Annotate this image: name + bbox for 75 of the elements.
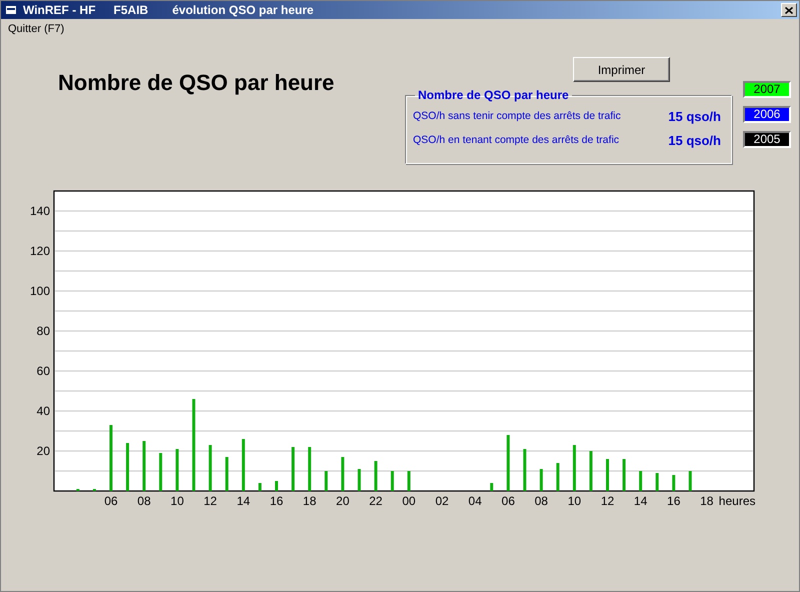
bar [390, 471, 394, 491]
x-axis-label: 22 [369, 494, 382, 508]
window-title: WinREF - HF [23, 3, 96, 17]
bar [688, 471, 692, 491]
year-legend: 2005 [743, 131, 791, 148]
x-axis-label: 18 [302, 494, 316, 508]
group-title: Nombre de QSO par heure [417, 88, 570, 102]
bar [142, 441, 146, 491]
bar [374, 461, 378, 491]
bar [656, 473, 659, 491]
bar [208, 445, 212, 491]
window-title: F5AIB [114, 3, 148, 17]
bar [176, 449, 179, 491]
y-axis-label: 120 [30, 244, 50, 258]
rate-label: QSO/h en tenant compte des arrêts de trafic [413, 134, 620, 146]
x-axis-label: 06 [104, 494, 118, 508]
x-axis-label: 04 [468, 494, 482, 508]
y-axis-label: 40 [36, 404, 50, 418]
bar [672, 475, 676, 491]
x-axis-label: 16 [667, 494, 680, 508]
bar [523, 449, 526, 491]
rate-value: 15 qso/h [668, 108, 721, 124]
bar [572, 445, 576, 491]
x-axis-label: 10 [170, 494, 184, 508]
x-axis-label: 10 [568, 494, 582, 508]
bar [490, 483, 494, 491]
bar [589, 451, 592, 491]
x-axis-label: 16 [270, 494, 284, 508]
y-axis-label: 100 [30, 284, 50, 298]
bar [126, 443, 130, 491]
bar [506, 435, 510, 491]
x-axis-label: 00 [402, 494, 416, 508]
bar [324, 471, 328, 491]
bar [341, 457, 344, 491]
bar [639, 471, 642, 491]
x-axis-label: 14 [236, 494, 250, 508]
x-axis-label: 18 [700, 494, 714, 508]
close-button[interactable] [781, 3, 797, 17]
page-heading: Nombre de QSO par heure [58, 70, 336, 96]
bar [308, 447, 312, 491]
bar [407, 471, 410, 491]
x-axis-label: 08 [137, 494, 151, 508]
bar [225, 457, 228, 491]
print-button[interactable]: Imprimer [573, 57, 670, 82]
bar [275, 481, 278, 491]
menu-item[interactable]: Quitter (F7) [8, 23, 64, 35]
x-axis-label: 02 [435, 494, 449, 508]
y-axis-label: 140 [30, 204, 50, 218]
close-icon [785, 6, 793, 14]
x-axis-label: 06 [502, 494, 515, 508]
bar [622, 459, 626, 491]
bar [110, 425, 112, 491]
bar [159, 453, 162, 491]
x-axis-label: 14 [634, 494, 648, 508]
y-axis-label: 20 [36, 444, 50, 458]
bar [556, 463, 560, 491]
bar [258, 483, 262, 491]
y-axis-label: 60 [36, 364, 50, 378]
bar [540, 469, 543, 491]
window-title: évolution QSO par heure [172, 3, 314, 17]
year-legend: 2006 [743, 106, 791, 123]
year-legend: 2007 [743, 81, 791, 98]
app-icon [5, 4, 17, 16]
rate-value: 15 qso/h [668, 132, 721, 148]
bar [358, 469, 361, 491]
x-axis-label: 08 [534, 494, 548, 508]
x-axis-label: 20 [336, 494, 350, 508]
bar [606, 459, 609, 491]
x-axis-label: 12 [204, 494, 217, 508]
x-axis-label: 12 [600, 494, 614, 508]
rate-label: QSO/h sans tenir compte des arrêts de trafic [413, 110, 621, 122]
y-axis-label: 80 [36, 324, 50, 338]
bar [292, 447, 295, 491]
bar [242, 439, 245, 491]
x-axis-title: heures [718, 494, 756, 508]
